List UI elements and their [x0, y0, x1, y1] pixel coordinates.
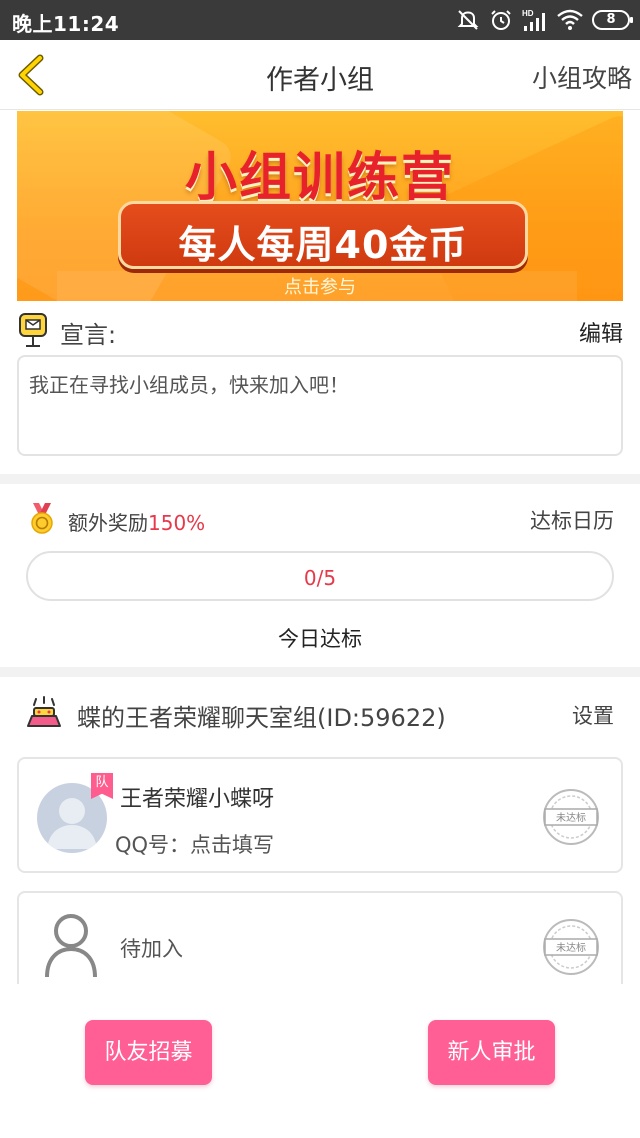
not-achieved-stamp-icon: 未达标	[543, 919, 599, 975]
achievement-calendar-link[interactable]: 达标日历	[530, 505, 614, 535]
banner-reward-pill: 每人每周40金币	[118, 201, 528, 269]
extra-reward-percent: 150%	[148, 511, 206, 535]
banner-headline: 小组训练营	[184, 148, 455, 208]
group-crown-icon	[27, 696, 61, 727]
member-qq-field[interactable]: QQ号：点击填写	[115, 829, 274, 859]
daily-progress-bar: 0/5	[26, 551, 614, 601]
battery-indicator: 8	[592, 10, 633, 30]
progress-value: 0/5	[303, 566, 337, 590]
svg-text:HD: HD	[522, 9, 534, 18]
alarm-clock-icon	[491, 10, 511, 30]
wifi-icon	[557, 9, 583, 30]
member-card-empty[interactable]: 待加入 未达标	[17, 891, 623, 991]
edit-declaration-button[interactable]: 编辑	[579, 316, 623, 348]
section-divider	[0, 474, 640, 484]
medal-icon	[31, 503, 53, 534]
hd-signal-icon: HD	[522, 9, 545, 31]
group-guide-link[interactable]: 小组攻略	[532, 59, 632, 95]
banner-cta: 点击参与	[284, 277, 356, 298]
mailbox-icon	[19, 313, 47, 347]
declaration-text[interactable]: 我正在寻找小组成员，快来加入吧！	[17, 355, 623, 456]
nav-bar: 作者小组 小组攻略	[0, 40, 640, 110]
status-icons: HD 8	[456, 6, 633, 34]
declaration-header: 宣言: 编辑	[17, 310, 623, 350]
status-time: 晚上11:24	[12, 12, 120, 36]
mute-alarm-icon	[457, 10, 479, 30]
extra-reward-label: 额外奖励	[68, 511, 148, 535]
banner-reward-text: 每人每周40金币	[178, 223, 468, 267]
stamp-text: 未达标	[556, 812, 586, 824]
recruit-teammates-button[interactable]: 队友招募	[85, 1020, 212, 1085]
team-leader-badge: 队	[91, 773, 113, 799]
battery-level: 8	[606, 12, 616, 27]
group-settings-button[interactable]: 设置	[572, 700, 614, 730]
member-card[interactable]: 队 王者荣耀小蝶呀 QQ号：点击填写 未达标	[17, 757, 623, 873]
member-name: 王者荣耀小蝶呀	[120, 787, 275, 812]
approve-newcomers-button[interactable]: 新人审批	[428, 1020, 555, 1085]
declaration-label: 宣言:	[60, 321, 117, 349]
person-placeholder-icon	[45, 914, 97, 977]
today-target-label: 今日达标	[278, 627, 362, 651]
footer-actions: 队友招募 新人审批	[0, 984, 640, 1138]
section-divider	[0, 667, 640, 677]
stamp-text: 未达标	[556, 942, 586, 954]
pending-member-label: 待加入	[120, 937, 183, 961]
reward-section: 额外奖励150% 达标日历 0/5 今日达标	[0, 485, 640, 667]
status-bar: 晚上11:24 HD 8	[0, 0, 640, 40]
extra-reward-text: 额外奖励150%	[68, 507, 205, 536]
group-header: 蝶的王者荣耀聊天室组(ID:59622) 设置	[0, 678, 640, 748]
group-name: 蝶的王者荣耀聊天室组(ID:59622)	[77, 704, 446, 732]
training-camp-banner[interactable]: 小组训练营 每人每周40金币 点击参与	[17, 111, 623, 301]
not-achieved-stamp-icon: 未达标	[543, 789, 599, 845]
